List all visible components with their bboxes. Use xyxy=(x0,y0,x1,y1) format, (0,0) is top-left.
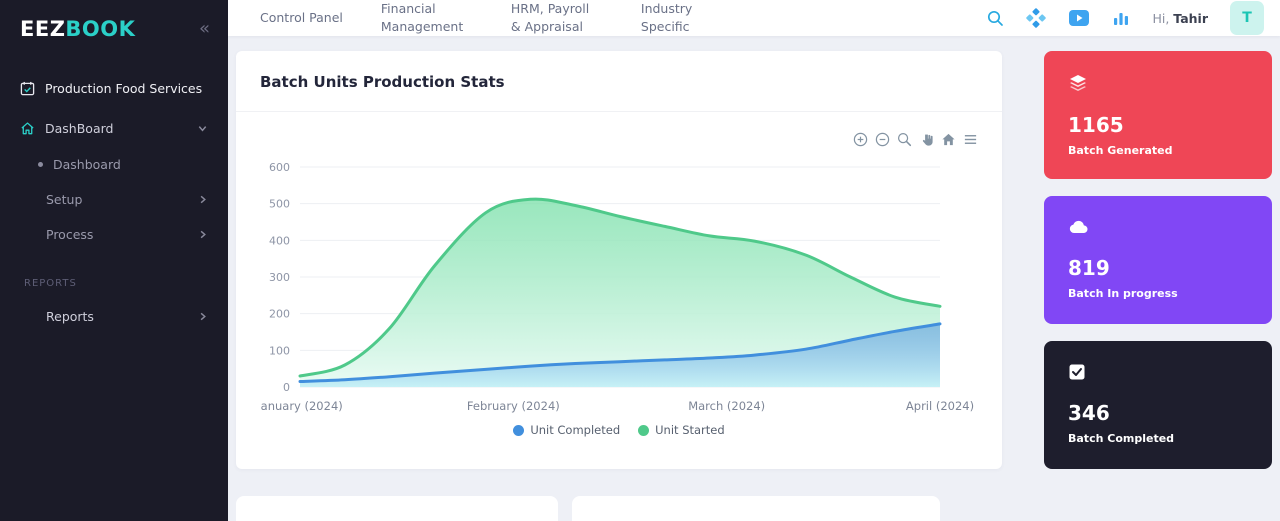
legend-label: Unit Started xyxy=(655,423,725,437)
svg-text:January (2024): January (2024) xyxy=(260,399,343,413)
logo-row: EEZBOOK « xyxy=(0,0,228,57)
top-nav: Control Panel Financial Management HRM, … xyxy=(260,0,733,36)
stat-value: 346 xyxy=(1068,401,1248,425)
sidebar-subitem-dashboard[interactable]: Dashboard xyxy=(0,147,228,182)
legend-dot-green xyxy=(638,425,649,436)
app-root: EEZBOOK « Production Food Services DashB… xyxy=(0,0,1280,521)
main-column: Control Panel Financial Management HRM, … xyxy=(228,0,1280,521)
bullet-icon xyxy=(38,162,43,167)
stat-label: Batch Generated xyxy=(1068,144,1248,157)
svg-text:500: 500 xyxy=(269,198,290,211)
logo-text-accent: BOOK xyxy=(65,17,135,41)
svg-text:February (2024): February (2024) xyxy=(467,399,560,413)
apps-grid-icon[interactable] xyxy=(1026,8,1046,28)
sidebar-setup-label: Setup xyxy=(46,192,187,207)
stat-value: 1165 xyxy=(1068,113,1248,137)
stats-column: 1165 Batch Generated 819 Batch In progre… xyxy=(1044,51,1272,469)
avatar[interactable]: T xyxy=(1230,1,1264,35)
nav-industry-specific[interactable]: Industry Specific xyxy=(641,0,733,36)
zoom-out-icon[interactable] xyxy=(875,132,890,151)
content-area: Batch Units Production Stats 0 100 200 300 4… xyxy=(228,36,1280,521)
sidebar: EEZBOOK « Production Food Services DashB… xyxy=(0,0,228,521)
stat-value: 819 xyxy=(1068,256,1248,280)
legend-label: Unit Completed xyxy=(530,423,620,437)
layers-icon xyxy=(1068,73,1088,93)
svg-text:0: 0 xyxy=(283,381,290,394)
sidebar-item-reports[interactable]: Reports xyxy=(0,299,228,334)
chevron-right-icon xyxy=(197,311,208,322)
zoom-in-icon[interactable] xyxy=(853,132,868,151)
top-header: Control Panel Financial Management HRM, … xyxy=(228,0,1280,36)
chart-title: Batch Units Production Stats xyxy=(260,73,978,91)
pan-hand-icon[interactable] xyxy=(919,132,934,151)
stat-card-batch-completed[interactable]: 346 Batch Completed xyxy=(1044,341,1272,469)
stat-card-batch-in-progress[interactable]: 819 Batch In progress xyxy=(1044,196,1272,324)
header-actions: Hi, Tahir T xyxy=(986,1,1264,35)
logo-text-primary: EEZ xyxy=(20,17,65,41)
legend-unit-completed[interactable]: Unit Completed xyxy=(513,423,620,437)
chart-toolbar xyxy=(260,120,978,155)
svg-text:April (2024): April (2024) xyxy=(906,399,974,413)
home-reset-icon[interactable] xyxy=(941,132,956,151)
sidebar-item-process[interactable]: Process xyxy=(0,217,228,252)
production-chart[interactable]: 0 100 200 300 400 500 600 January (2024) Februar… xyxy=(260,155,978,419)
home-icon xyxy=(20,121,35,136)
bottom-card-right xyxy=(572,496,940,521)
sidebar-company-label: Production Food Services xyxy=(45,81,202,96)
sidebar-subdashboard-label: Dashboard xyxy=(53,157,208,172)
stat-card-batch-generated[interactable]: 1165 Batch Generated xyxy=(1044,51,1272,179)
menu-icon[interactable] xyxy=(963,132,978,151)
production-stats-card: Batch Units Production Stats 0 100 200 300 4… xyxy=(236,51,1002,469)
sidebar-process-label: Process xyxy=(46,227,187,242)
svg-text:600: 600 xyxy=(269,161,290,174)
sidebar-item-company[interactable]: Production Food Services xyxy=(0,57,228,110)
bottom-card-left xyxy=(236,496,558,521)
sidebar-item-setup[interactable]: Setup xyxy=(0,182,228,217)
nav-hrm-payroll[interactable]: HRM, Payroll & Appraisal xyxy=(511,0,603,36)
checkbox-icon xyxy=(1068,363,1086,381)
stat-label: Batch In progress xyxy=(1068,287,1248,300)
sidebar-reports-label: Reports xyxy=(46,309,187,324)
selection-zoom-icon[interactable] xyxy=(897,132,912,151)
svg-text:100: 100 xyxy=(269,345,290,358)
stat-label: Batch Completed xyxy=(1068,432,1248,445)
svg-text:200: 200 xyxy=(269,308,290,321)
svg-text:March (2024): March (2024) xyxy=(688,399,765,413)
video-play-icon[interactable] xyxy=(1068,9,1090,27)
sidebar-dashboard-label: DashBoard xyxy=(45,121,187,136)
nav-financial-management[interactable]: Financial Management xyxy=(381,0,473,36)
search-icon[interactable] xyxy=(986,9,1004,27)
user-greeting: Hi, Tahir xyxy=(1152,11,1208,26)
cloud-icon xyxy=(1068,218,1090,236)
chevron-down-icon xyxy=(197,123,208,134)
nav-control-panel[interactable]: Control Panel xyxy=(260,9,343,27)
svg-text:400: 400 xyxy=(269,235,290,248)
app-logo[interactable]: EEZBOOK xyxy=(20,17,135,41)
chart-body: 0 100 200 300 400 500 600 January (2024) Februar… xyxy=(236,112,1002,437)
chart-legend: Unit Completed Unit Started xyxy=(260,423,978,437)
chart-card-header: Batch Units Production Stats xyxy=(236,51,1002,112)
calendar-check-icon xyxy=(20,81,35,96)
svg-text:300: 300 xyxy=(269,271,290,284)
bar-chart-icon[interactable] xyxy=(1112,9,1130,27)
username: Tahir xyxy=(1173,11,1208,26)
sidebar-item-dashboard[interactable]: DashBoard xyxy=(0,110,228,147)
sidebar-section-reports: REPORTS xyxy=(0,252,228,299)
bottom-cards-row xyxy=(236,496,1002,521)
legend-unit-started[interactable]: Unit Started xyxy=(638,423,725,437)
sidebar-collapse-icon[interactable]: « xyxy=(199,18,210,39)
legend-dot-blue xyxy=(513,425,524,436)
chevron-right-icon xyxy=(197,229,208,240)
chart-column: Batch Units Production Stats 0 100 200 300 4… xyxy=(236,51,1002,521)
chevron-right-icon xyxy=(197,194,208,205)
